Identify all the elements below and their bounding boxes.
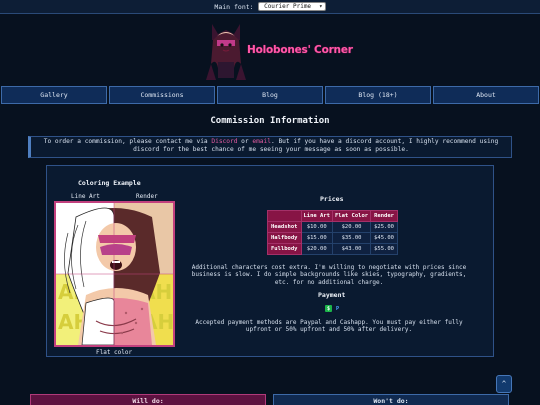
email-link[interactable]: email bbox=[252, 138, 271, 145]
nav-item-about[interactable]: About bbox=[433, 86, 539, 104]
font-select[interactable]: Courier Prime ▾ bbox=[257, 2, 326, 11]
row-label: Halfbody bbox=[267, 232, 302, 244]
coloring-example-title: Coloring Example bbox=[78, 179, 141, 187]
row-label: Fullbody bbox=[267, 243, 302, 255]
price-cell: $45.00 bbox=[370, 232, 398, 244]
cashapp-icon: $ bbox=[325, 305, 332, 312]
font-label: Main font: bbox=[214, 2, 254, 11]
prices-title: Prices bbox=[320, 195, 344, 203]
coloring-example-image: AH AH AH AH bbox=[54, 201, 175, 347]
page-title: Commission Information bbox=[210, 116, 330, 126]
price-cell: $25.00 bbox=[370, 221, 398, 233]
notice-text-1: To order a commission, please contact me… bbox=[43, 138, 212, 145]
mascot-logo[interactable] bbox=[206, 18, 246, 80]
flat-color-label: Flat color bbox=[96, 349, 133, 356]
table-header-cell bbox=[267, 210, 302, 222]
main-nav: Gallery Commissions Blog Blog (18+) Abou… bbox=[0, 86, 540, 104]
chevron-up-icon: ^ bbox=[501, 380, 507, 388]
payment-icons: $ P bbox=[325, 305, 341, 312]
price-cell: $35.00 bbox=[331, 232, 372, 244]
row-label: Headshot bbox=[267, 221, 302, 233]
render-label: Render bbox=[136, 193, 158, 200]
nav-item-commissions[interactable]: Commissions bbox=[109, 86, 215, 104]
price-table: Line Art Flat Color Render Headshot $10.… bbox=[267, 210, 398, 255]
line-art-label: Line Art bbox=[71, 193, 100, 200]
chevron-down-icon: ▾ bbox=[318, 3, 323, 10]
table-header-row: Line Art Flat Color Render bbox=[267, 210, 398, 222]
extra-charges-note: Additional characters cost extra. I'm wi… bbox=[191, 264, 467, 286]
payment-text: Accepted payment methods are Paypal and … bbox=[195, 319, 463, 334]
will-do-header: Will do: bbox=[30, 394, 266, 405]
table-row: Fullbody $20.00 $43.00 $55.00 bbox=[267, 243, 398, 255]
wont-do-header: Won't do: bbox=[273, 394, 509, 405]
price-cell: $10.00 bbox=[300, 221, 333, 233]
notice-text-2: or bbox=[237, 138, 253, 145]
price-cell: $20.00 bbox=[300, 243, 333, 255]
price-cell: $20.00 bbox=[331, 221, 372, 233]
price-cell: $43.00 bbox=[331, 243, 372, 255]
price-cell: $15.00 bbox=[300, 232, 333, 244]
contact-notice: To order a commission, please contact me… bbox=[28, 136, 512, 158]
table-row: Halfbody $15.00 $35.00 $45.00 bbox=[267, 232, 398, 244]
font-select-value: Courier Prime bbox=[264, 3, 312, 10]
nav-item-blog[interactable]: Blog bbox=[217, 86, 323, 104]
scroll-to-top-button[interactable]: ^ bbox=[496, 375, 512, 393]
nav-item-blog-18[interactable]: Blog (18+) bbox=[325, 86, 431, 104]
font-selector-bar: Main font: Courier Prime ▾ bbox=[0, 0, 540, 14]
paypal-icon: P bbox=[334, 305, 341, 312]
table-header-cell: Render bbox=[370, 210, 398, 222]
table-header-cell: Flat Color bbox=[331, 210, 372, 222]
price-cell: $55.00 bbox=[370, 243, 398, 255]
site-title[interactable]: Holobones' Corner bbox=[247, 44, 353, 56]
table-row: Headshot $10.00 $20.00 $25.00 bbox=[267, 221, 398, 233]
table-header-cell: Line Art bbox=[300, 210, 333, 222]
discord-link[interactable]: Discord bbox=[211, 138, 237, 145]
payment-title: Payment bbox=[318, 291, 346, 299]
nav-item-gallery[interactable]: Gallery bbox=[1, 86, 107, 104]
